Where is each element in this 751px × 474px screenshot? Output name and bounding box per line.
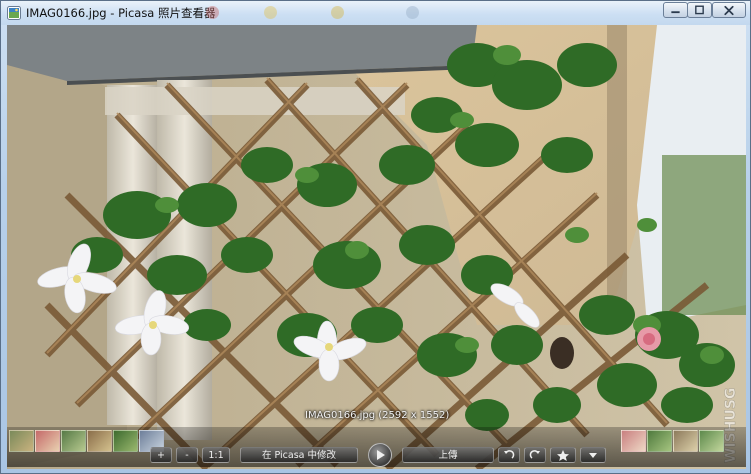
close-button[interactable] <box>712 2 746 18</box>
picasa-app-icon <box>7 6 21 20</box>
upload-button[interactable]: 上傳 <box>402 447 494 463</box>
slideshow-play-button[interactable] <box>368 443 392 467</box>
background-taskbar-ghost <box>206 6 586 20</box>
picasa-photo-viewer-window: IMAG0166.jpg - Picasa 照片查看器 IMAG0166.jpg… <box>0 0 751 474</box>
window-title: IMAG0166.jpg - Picasa 照片查看器 <box>26 6 216 20</box>
image-caption: IMAG0166.jpg (2592 x 1552) <box>305 410 450 421</box>
viewer-toolbar: + - 1:1 在 Picasa 中修改 上傳 <box>150 443 620 467</box>
actual-size-button[interactable]: 1:1 <box>202 447 230 463</box>
star-icon <box>557 450 569 461</box>
filmstrip-thumbnail[interactable] <box>87 430 112 452</box>
filmstrip-thumbnail[interactable] <box>35 430 60 452</box>
play-icon <box>377 450 385 460</box>
rotate-right-button[interactable] <box>524 447 546 463</box>
filmstrip-thumbnail[interactable] <box>699 430 724 452</box>
minimize-icon <box>671 11 680 14</box>
maximize-button[interactable] <box>687 2 712 18</box>
zoom-in-button[interactable]: + <box>150 447 172 463</box>
edit-in-picasa-button[interactable]: 在 Picasa 中修改 <box>240 447 358 463</box>
filmstrip-thumbnail[interactable] <box>61 430 86 452</box>
rotate-left-icon <box>504 450 515 459</box>
filmstrip-bar: + - 1:1 在 Picasa 中修改 上傳 <box>7 427 746 467</box>
rotate-left-button[interactable] <box>498 447 520 463</box>
zoom-out-button[interactable]: - <box>176 447 198 463</box>
filmstrip-thumbnail[interactable] <box>647 430 672 452</box>
maximize-icon <box>695 5 704 15</box>
title-bar[interactable]: IMAG0166.jpg - Picasa 照片查看器 <box>1 1 750 25</box>
chevron-down-icon <box>589 453 597 458</box>
filmstrip-thumbnail[interactable] <box>113 430 138 452</box>
photo-viewport[interactable]: IMAG0166.jpg (2592 x 1552) WISHUSG <box>7 25 746 469</box>
filmstrip-thumbnail[interactable] <box>621 430 646 452</box>
more-options-button[interactable] <box>580 447 606 463</box>
minimize-button[interactable] <box>663 2 688 18</box>
filmstrip-thumbnail[interactable] <box>673 430 698 452</box>
close-icon <box>724 5 734 16</box>
star-button[interactable] <box>550 447 576 463</box>
rotate-right-icon <box>529 450 540 459</box>
filmstrip-thumbnail[interactable] <box>9 430 34 452</box>
photo-image <box>7 25 746 469</box>
